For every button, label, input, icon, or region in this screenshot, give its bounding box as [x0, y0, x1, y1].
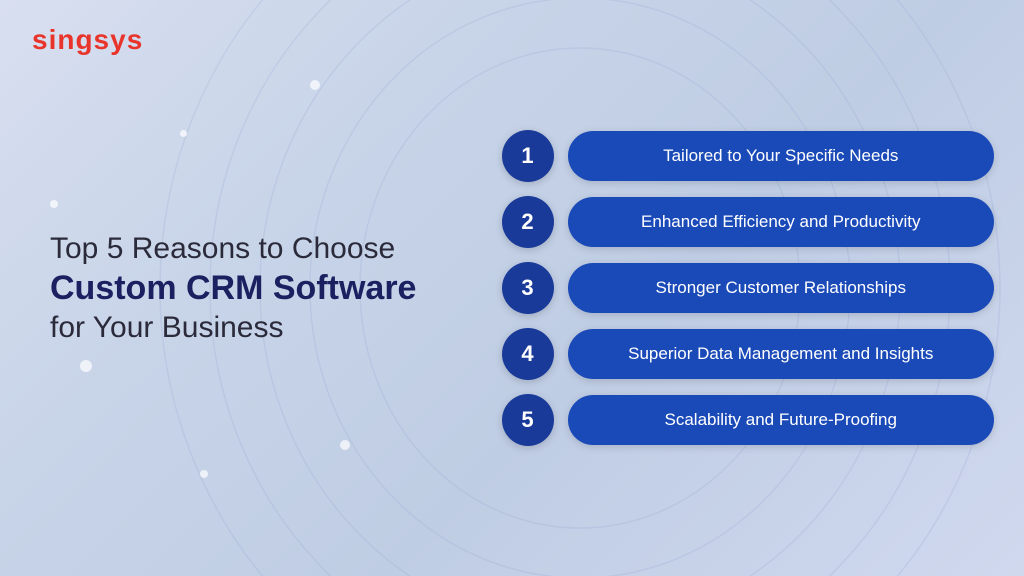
- right-panel: 1 Tailored to Your Specific Needs 2 Enhance…: [492, 110, 1024, 466]
- reason-row-5: 5 Scalability and Future-Proofing: [502, 394, 994, 446]
- number-circle-4: 4: [502, 328, 554, 380]
- reason-pill-4: Superior Data Management and Insights: [568, 329, 994, 379]
- number-circle-5: 5: [502, 394, 554, 446]
- heading-line2: Custom CRM Software: [50, 268, 472, 309]
- reason-pill-2: Enhanced Efficiency and Productivity: [568, 197, 994, 247]
- reason-row-4: 4 Superior Data Management and Insights: [502, 328, 994, 380]
- dot-6: [180, 130, 187, 137]
- reason-row-3: 3 Stronger Customer Relationships: [502, 262, 994, 314]
- reason-pill-1: Tailored to Your Specific Needs: [568, 131, 994, 181]
- reason-pill-5: Scalability and Future-Proofing: [568, 395, 994, 445]
- dot-5: [340, 440, 350, 450]
- page-container: singsys Top 5 Reasons to Choose Custom C…: [0, 0, 1024, 576]
- logo: singsys: [32, 24, 143, 56]
- reason-pill-3: Stronger Customer Relationships: [568, 263, 994, 313]
- heading-line1: Top 5 Reasons to Choose: [50, 229, 472, 268]
- dot-1: [310, 80, 320, 90]
- number-circle-1: 1: [502, 130, 554, 182]
- number-circle-3: 3: [502, 262, 554, 314]
- reason-row-2: 2 Enhanced Efficiency and Productivity: [502, 196, 994, 248]
- dot-4: [200, 470, 208, 478]
- left-panel: Top 5 Reasons to Choose Custom CRM Softw…: [0, 189, 492, 388]
- number-circle-2: 2: [502, 196, 554, 248]
- heading-line3: for Your Business: [50, 308, 472, 347]
- reason-row-1: 1 Tailored to Your Specific Needs: [502, 130, 994, 182]
